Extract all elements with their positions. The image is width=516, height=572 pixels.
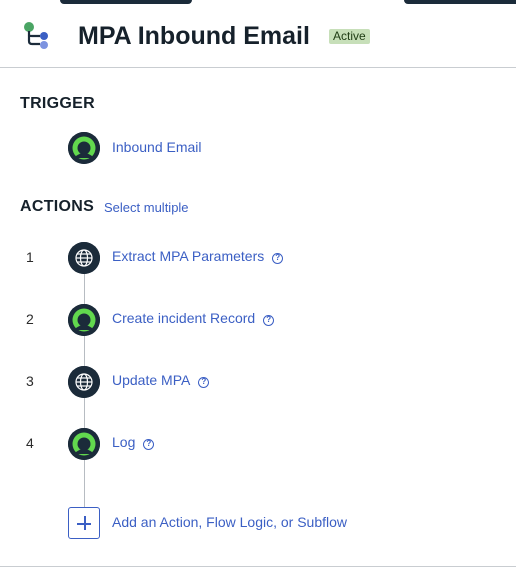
help-icon[interactable]: ? xyxy=(263,315,275,326)
action-link-1[interactable]: Extract MPA Parameters? xyxy=(112,248,284,264)
action-label-4: Log xyxy=(112,434,136,450)
bottom-divider xyxy=(0,566,516,567)
select-multiple-link[interactable]: Select multiple xyxy=(104,200,189,215)
record-icon xyxy=(68,132,100,164)
action-link-3[interactable]: Update MPA? xyxy=(112,372,210,388)
flow-header: MPA Inbound Email Active xyxy=(0,0,516,68)
actions-section-label: ACTIONS xyxy=(20,198,95,215)
trigger-link-inbound-email[interactable]: Inbound Email xyxy=(112,139,202,155)
add-action-link[interactable]: Add an Action, Flow Logic, or Subflow xyxy=(112,514,347,530)
add-action-button[interactable] xyxy=(68,507,100,539)
status-badge: Active xyxy=(329,29,370,44)
help-icon[interactable]: ? xyxy=(198,377,210,388)
help-icon[interactable]: ? xyxy=(143,439,155,450)
action-node-4 xyxy=(68,428,100,460)
action-number-4: 4 xyxy=(26,435,34,451)
action-number-3: 3 xyxy=(26,373,34,389)
action-number-2: 2 xyxy=(26,311,34,327)
flow-icon xyxy=(24,22,48,49)
trigger-node xyxy=(68,132,100,164)
action-label-2: Create incident Record xyxy=(112,310,256,326)
page-title: MPA Inbound Email xyxy=(78,22,310,50)
action-number-1: 1 xyxy=(26,249,34,265)
record-icon xyxy=(68,428,100,460)
record-icon xyxy=(68,304,100,336)
action-label-1: Extract MPA Parameters xyxy=(112,248,265,264)
action-node-2 xyxy=(68,304,100,336)
globe-icon xyxy=(68,366,100,398)
help-icon[interactable]: ? xyxy=(272,253,284,264)
action-label-3: Update MPA xyxy=(112,372,191,388)
action-node-3 xyxy=(68,366,100,398)
globe-icon xyxy=(68,242,100,274)
action-link-4[interactable]: Log? xyxy=(112,434,155,450)
action-link-2[interactable]: Create incident Record? xyxy=(112,310,275,326)
trigger-section-label: TRIGGER xyxy=(20,95,95,112)
action-node-1 xyxy=(68,242,100,274)
